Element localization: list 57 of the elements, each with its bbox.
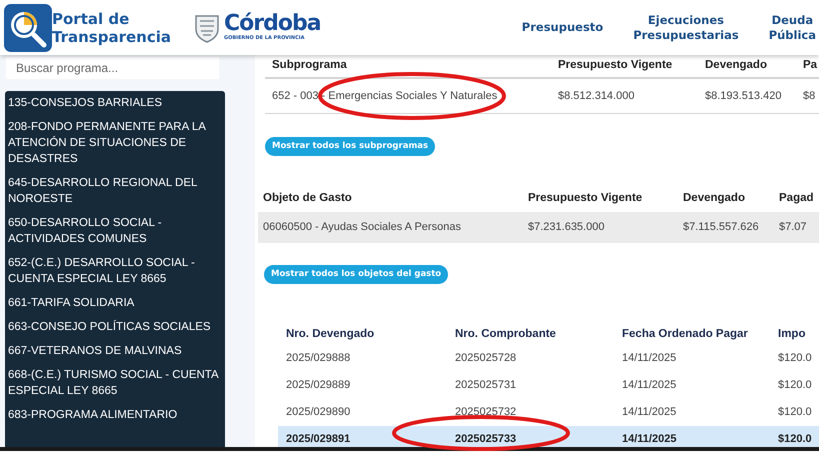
table-cell-text: 2025/029891 [286,432,352,447]
table-cell-text: $7.231.635.000 [528,220,606,236]
column-header: Impo [778,327,806,342]
table-cell-text: $120.0 [778,432,813,447]
column-header: Pa [803,58,818,74]
crest-icon [192,12,221,42]
program-item[interactable]: 650-DESARROLLO SOCIAL - ACTIVIDADES COMUNES [8,215,223,247]
program-item[interactable]: 667-VETERANOS DE MALVINAS [8,343,223,359]
table-cell-text: 2025/029890 [286,405,352,420]
portal-title-line: Transparencia [52,28,171,46]
magnifier-chart-icon [4,4,52,52]
table-cell-text: 14/11/2025 [622,432,678,447]
program-item[interactable]: 661-TARIFA SOLIDARIA [8,295,223,311]
table-cell-text: 2025/029888 [286,351,352,366]
search-field[interactable]: Buscar programa... [6,57,219,79]
portal-title-line: Portal de [52,10,130,28]
table-cell-text: $8 [803,88,816,104]
table-cell-text: $120.0 [778,378,813,394]
brand-name: Córdoba [224,13,321,35]
nav-link[interactable]: Presupuesto [522,20,604,35]
program-item[interactable]: 668-(C.E.) TURISMO SOCIAL - CUENTA ESPECIAL LEY 8665 [8,367,223,399]
column-header: Nro. Comprobante [455,327,557,342]
nav-link[interactable]: Ejecuciones Presupuestarias [633,12,739,42]
table-cell-text: 14/11/2025 [622,351,678,366]
column-header: Nro. Devengado [286,327,376,342]
table-cell-text: 14/11/2025 [622,378,678,394]
column-header: Presupuesto Vigente [558,58,674,74]
table-cell-text: 652 - 003 - Emergencias Sociales Y Naturales [272,88,498,104]
table-cell-text: $120.0 [778,351,813,366]
nav-link[interactable]: Deuda Pública [768,12,816,42]
table-cell-text: 2025025731 [455,378,518,394]
column-header: Pagad [779,191,815,206]
program-item[interactable]: 135-CONSEJOS BARRIALES [8,95,223,111]
table-cell-text: $7.115.557.626 [683,220,760,236]
program-item[interactable]: 652-(C.E.) DESARROLLO SOCIAL - CUENTA ESPECIAL LEY 8665 [8,255,223,287]
table-cell-text: $120.0 [778,405,813,420]
table-cell-text: $8.193.513.420 [705,88,782,104]
column-header: Subprograma [272,58,348,74]
table-row[interactable]: 2025/029891 2025025733 14/11/2025 $120.0 [278,426,819,447]
table-cell-text: $8.512.314.000 [558,88,636,104]
column-header: Objeto de Gasto [263,191,353,206]
column-header: Presupuesto Vigente [528,191,644,206]
table-cell-text: 2025025733 [455,432,518,447]
column-header: Fecha Ordenado Pagar [622,327,749,342]
program-item[interactable]: 683-PROGRAMA ALIMENTARIO [8,407,223,423]
table-cell-text: 2025025728 [455,351,518,366]
column-header: Devengado [683,191,746,206]
table-cell-text: 06060500 - Ayudas Sociales A Personas [263,220,462,236]
table-cell-text: 14/11/2025 [622,405,678,420]
table-cell-text: $7.07 [779,220,808,236]
table-cell-text: 2025025732 [455,405,518,420]
program-item[interactable]: 208-FONDO PERMANENTE PARA LA ATENCIÓN DE SITUACIONES DE DESASTRES [8,119,223,167]
program-item[interactable]: 645-DESARROLLO REGIONAL DEL NOROESTE [8,175,223,207]
program-item[interactable]: 663-CONSEJO POLÍTICAS SOCIALES [8,319,223,335]
table-cell-text: 2025/029889 [286,378,352,394]
table-row[interactable]: 06060500 - Ayudas Sociales A Personas $7.231.635.000 $7.115.557.626 $7.07 [258,212,819,243]
column-header: Devengado [705,58,768,74]
